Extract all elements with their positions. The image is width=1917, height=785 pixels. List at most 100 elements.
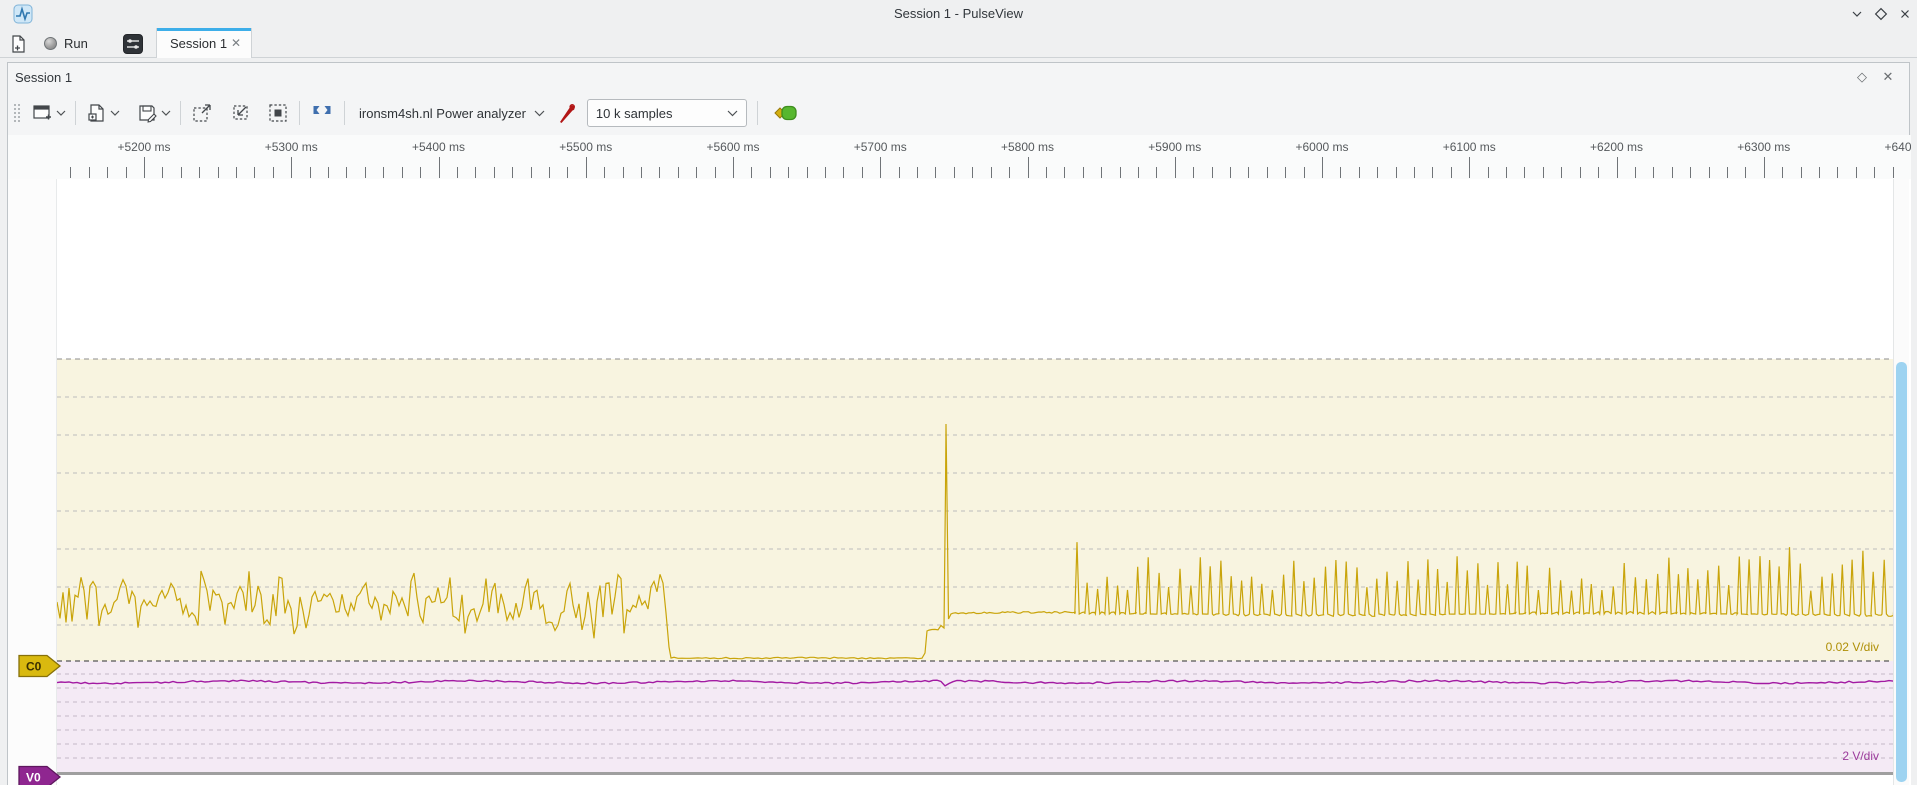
ruler-major-tick	[1322, 157, 1323, 178]
show-cursors-button[interactable]	[306, 98, 338, 128]
chevron-down-icon	[534, 110, 545, 117]
vertical-scrollbar[interactable]	[1893, 179, 1909, 785]
ruler-minor-tick	[1120, 167, 1121, 178]
zoom-out-icon	[228, 101, 252, 125]
ruler-minor-tick	[273, 167, 274, 178]
ruler-minor-tick	[218, 167, 219, 178]
trace-view[interactable]: 0.02 V/div 2 V/div C0 V0	[8, 179, 1911, 785]
toolbar-drag-handle[interactable]	[14, 104, 20, 122]
ruler-label: +6100 ms	[1443, 140, 1496, 154]
ruler-minor-tick	[991, 167, 992, 178]
ruler-minor-tick	[715, 167, 716, 178]
minimize-button[interactable]	[1848, 5, 1866, 23]
ruler-minor-tick	[1856, 167, 1857, 178]
ruler-minor-tick	[107, 167, 108, 178]
ruler-minor-tick	[70, 167, 71, 178]
chevron-down-icon	[110, 110, 120, 116]
ruler-major-tick	[291, 157, 292, 178]
ruler-label: +5200 ms	[117, 140, 170, 154]
c0-flag-label: C0	[26, 660, 42, 674]
ruler-minor-tick	[807, 167, 808, 178]
configure-device-button[interactable]	[553, 98, 581, 128]
ruler-minor-tick	[1304, 167, 1305, 178]
tab-close-icon[interactable]: ✕	[231, 37, 241, 49]
maximize-button[interactable]	[1872, 5, 1890, 23]
ruler-minor-tick	[181, 167, 182, 178]
waveform-canvas[interactable]	[57, 179, 1899, 785]
open-file-button[interactable]	[82, 98, 123, 128]
zoom-fit-button[interactable]	[263, 98, 293, 128]
ruler-minor-tick	[604, 167, 605, 178]
ruler-minor-tick	[162, 167, 163, 178]
ruler-minor-tick	[383, 167, 384, 178]
new-session-icon	[8, 34, 28, 54]
ruler-minor-tick	[457, 167, 458, 178]
ruler-minor-tick	[1801, 167, 1802, 178]
ruler-minor-tick	[678, 167, 679, 178]
configure-channels-button[interactable]	[768, 98, 806, 128]
session-tabbar: Run Session 1 ✕	[0, 28, 1917, 58]
pulseview-window: Session 1 - PulseView Run	[0, 0, 1917, 785]
ruler-minor-tick	[1874, 167, 1875, 178]
dock-float-button[interactable]: ◇	[1853, 68, 1871, 86]
cursors-icon	[309, 102, 335, 124]
time-ruler[interactable]: +5200 ms+5300 ms+5400 ms+5500 ms+5600 ms…	[8, 135, 1911, 179]
window-title: Session 1 - PulseView	[0, 6, 1917, 21]
ruler-minor-tick	[935, 167, 936, 178]
dock-title: Session 1	[15, 70, 72, 85]
ruler-minor-tick	[328, 167, 329, 178]
new-view-icon	[31, 102, 53, 124]
ruler-minor-tick	[1598, 167, 1599, 178]
save-button[interactable]	[133, 98, 174, 128]
channel-flag-v0[interactable]: V0	[18, 765, 62, 785]
v0-flag-label: V0	[26, 771, 41, 785]
zoom-in-icon	[190, 101, 214, 125]
ruler-minor-tick	[89, 167, 90, 178]
device-select-value: ironsm4sh.nl Power analyzer	[359, 106, 526, 121]
ruler-major-tick	[1617, 157, 1618, 178]
new-view-button[interactable]	[28, 98, 69, 128]
titlebar[interactable]: Session 1 - PulseView	[0, 0, 1917, 28]
ruler-minor-tick	[623, 167, 624, 178]
ruler-minor-tick	[1524, 167, 1525, 178]
ruler-minor-tick	[1156, 167, 1157, 178]
ruler-minor-tick	[954, 167, 955, 178]
ruler-minor-tick	[494, 167, 495, 178]
zoom-out-button[interactable]	[225, 98, 255, 128]
session-toolbar: ironsm4sh.nl Power analyzer 10 k samples	[8, 93, 1909, 133]
ruler-major-tick	[1028, 157, 1029, 178]
ruler-minor-tick	[751, 167, 752, 178]
settings-button[interactable]	[122, 31, 144, 56]
vertical-scrollbar-thumb[interactable]	[1896, 362, 1907, 782]
zoom-fit-icon	[266, 101, 290, 125]
new-session-button[interactable]	[8, 31, 28, 56]
toolbar-separator	[344, 101, 345, 125]
ruler-minor-tick	[310, 167, 311, 178]
ruler-minor-tick	[659, 167, 660, 178]
ruler-minor-tick	[843, 167, 844, 178]
ruler-minor-tick	[1340, 167, 1341, 178]
run-button[interactable]: Run	[44, 31, 88, 56]
ruler-label: +6000 ms	[1295, 140, 1348, 154]
close-button[interactable]	[1896, 5, 1914, 23]
ruler-minor-tick	[254, 167, 255, 178]
ruler-minor-tick	[1138, 167, 1139, 178]
ruler-minor-tick	[1543, 167, 1544, 178]
sample-count-select[interactable]: 10 k samples	[587, 99, 747, 127]
ruler-minor-tick	[1212, 167, 1213, 178]
tab-session-1[interactable]: Session 1 ✕	[156, 28, 252, 58]
device-select[interactable]: ironsm4sh.nl Power analyzer	[351, 98, 553, 128]
dock-close-button[interactable]: ✕	[1879, 68, 1897, 86]
ruler-minor-tick	[1285, 167, 1286, 178]
probe-icon	[556, 101, 578, 125]
ruler-label: +5900 ms	[1148, 140, 1201, 154]
ruler-minor-tick	[1414, 167, 1415, 178]
channel-flag-c0[interactable]: C0	[18, 654, 62, 678]
ruler-major-tick	[880, 157, 881, 178]
dock-header[interactable]: Session 1 ◇ ✕	[8, 63, 1909, 91]
channels-icon	[771, 102, 803, 124]
zoom-in-button[interactable]	[187, 98, 217, 128]
ruler-minor-tick	[1248, 167, 1249, 178]
c0-band	[57, 359, 1899, 661]
ruler-label: +6400 ms	[1884, 140, 1911, 154]
